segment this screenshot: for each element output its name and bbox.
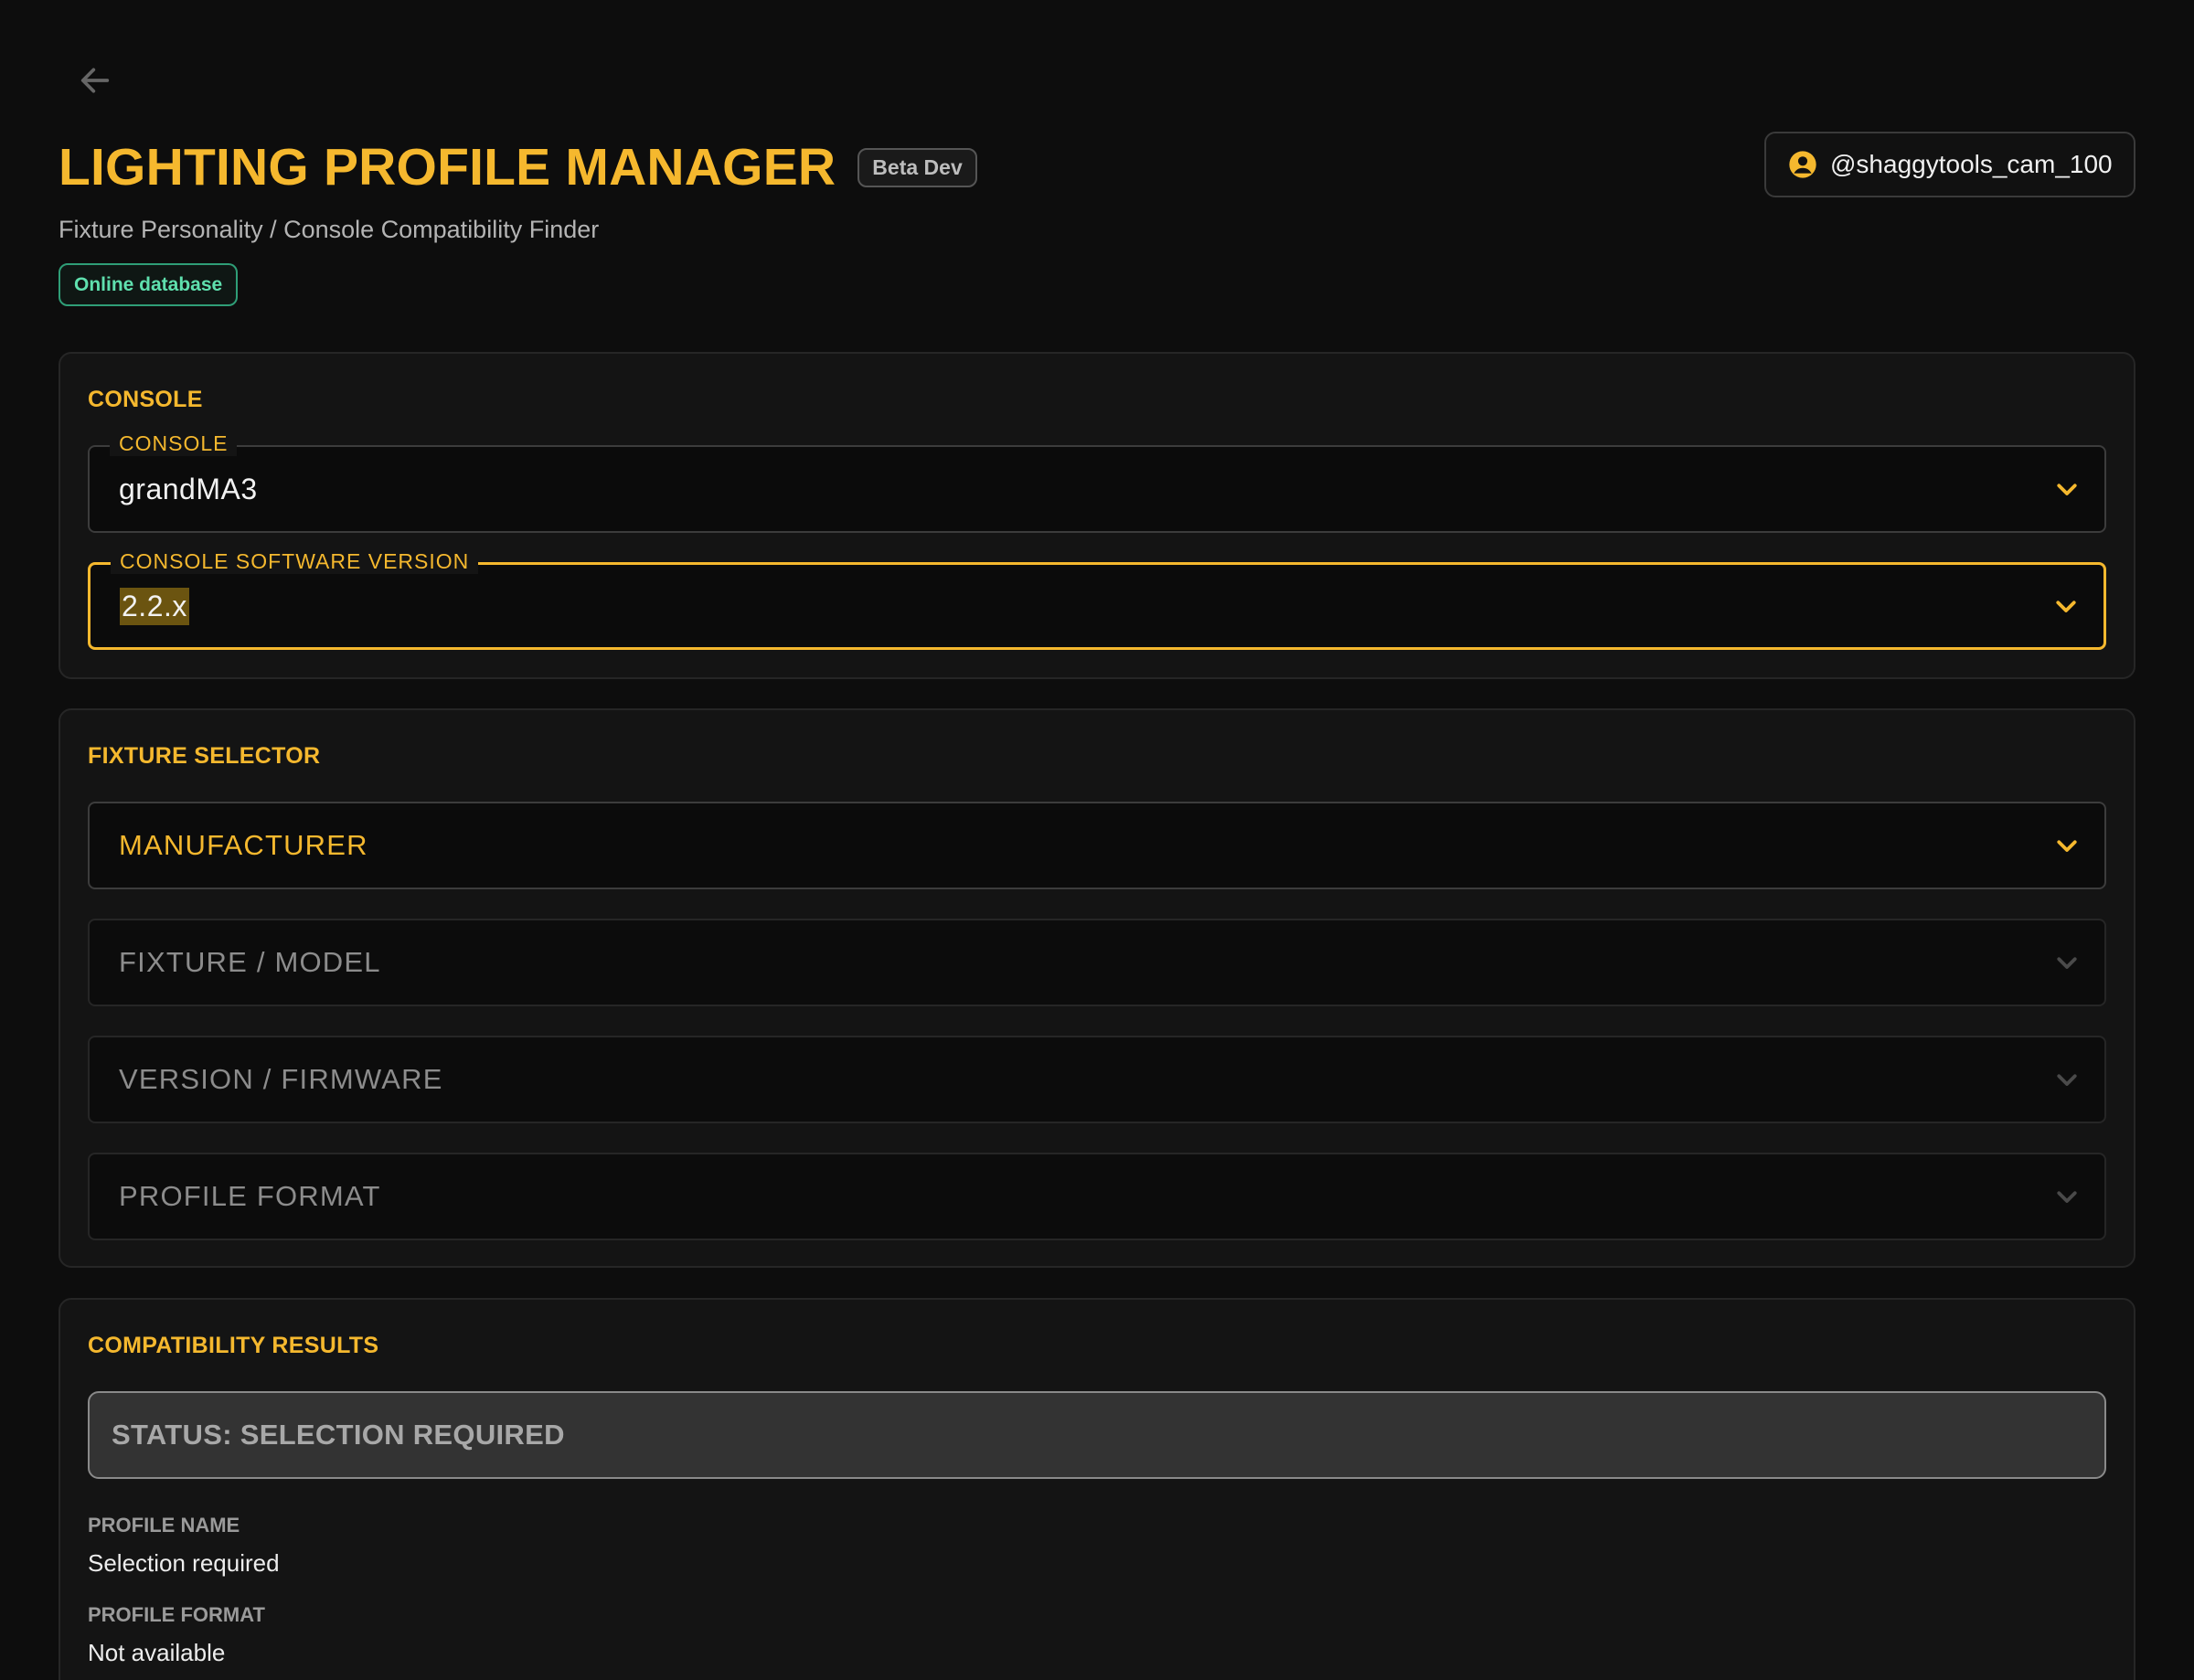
manufacturer-placeholder: MANUFACTURER: [119, 829, 368, 861]
username: @shaggytools_cam_100: [1830, 150, 2113, 178]
console-select-value: grandMA3: [119, 472, 258, 505]
chevron-down-icon: [2057, 957, 2077, 969]
console-version-value: 2.2.x: [120, 587, 189, 625]
status-banner: STATUS: SELECTION REQUIRED: [88, 1391, 2106, 1479]
arrow-left-icon: [80, 68, 110, 93]
fixture-selector-card: FIXTURE SELECTOR MANUFACTURER FIXTURE / …: [59, 708, 2135, 1268]
firmware-select[interactable]: VERSION / FIRMWARE: [88, 1036, 2106, 1123]
profile-name-label: PROFILE NAME: [88, 1514, 240, 1536]
profile-format-label: PROFILE FORMAT: [88, 1603, 265, 1626]
profile-format-select[interactable]: PROFILE FORMAT: [88, 1153, 2106, 1240]
fixture-model-select[interactable]: FIXTURE / MODEL: [88, 919, 2106, 1006]
compatibility-results-card: COMPATIBILITY RESULTS STATUS: SELECTION …: [59, 1298, 2135, 1680]
chevron-down-icon: [2057, 1074, 2077, 1086]
page: LIGHTING PROFILE MANAGER Beta Dev Fixtur…: [0, 0, 2194, 1680]
console-version-select[interactable]: CONSOLE SOFTWARE VERSION 2.2.x: [88, 549, 2106, 650]
chevron-down-icon: [2057, 840, 2077, 852]
profile-format-value: Not available: [88, 1639, 226, 1666]
page-subtitle: Fixture Personality / Console Compatibil…: [59, 216, 600, 243]
chevron-down-icon: [2056, 601, 2076, 612]
console-version-label: CONSOLE SOFTWARE VERSION: [111, 549, 479, 574]
page-title: LIGHTING PROFILE MANAGER: [59, 138, 836, 197]
title-row: LIGHTING PROFILE MANAGER Beta Dev: [59, 137, 977, 197]
manufacturer-select[interactable]: MANUFACTURER: [88, 802, 2106, 889]
back-button[interactable]: [71, 57, 119, 104]
console-section-title: CONSOLE: [88, 387, 203, 412]
fixture-model-placeholder: FIXTURE / MODEL: [119, 946, 381, 978]
console-select-label: CONSOLE: [110, 431, 238, 456]
user-account-button[interactable]: @shaggytools_cam_100: [1764, 132, 2135, 197]
console-card: CONSOLE CONSOLE grandMA3 CONSOLE SOFTWAR…: [59, 352, 2135, 679]
chevron-down-icon: [2057, 1191, 2077, 1203]
profile-name-value: Selection required: [88, 1549, 280, 1577]
console-select[interactable]: CONSOLE grandMA3: [88, 431, 2106, 533]
profile-format-placeholder: PROFILE FORMAT: [119, 1180, 381, 1212]
fixture-section-title: FIXTURE SELECTOR: [88, 743, 321, 769]
chevron-down-icon: [2057, 484, 2077, 495]
beta-badge: Beta Dev: [857, 147, 977, 187]
firmware-placeholder: VERSION / FIRMWARE: [119, 1063, 443, 1095]
database-status-badge: Online database: [59, 263, 239, 306]
account-circle-icon: [1789, 151, 1816, 178]
results-section-title: COMPATIBILITY RESULTS: [88, 1333, 379, 1358]
